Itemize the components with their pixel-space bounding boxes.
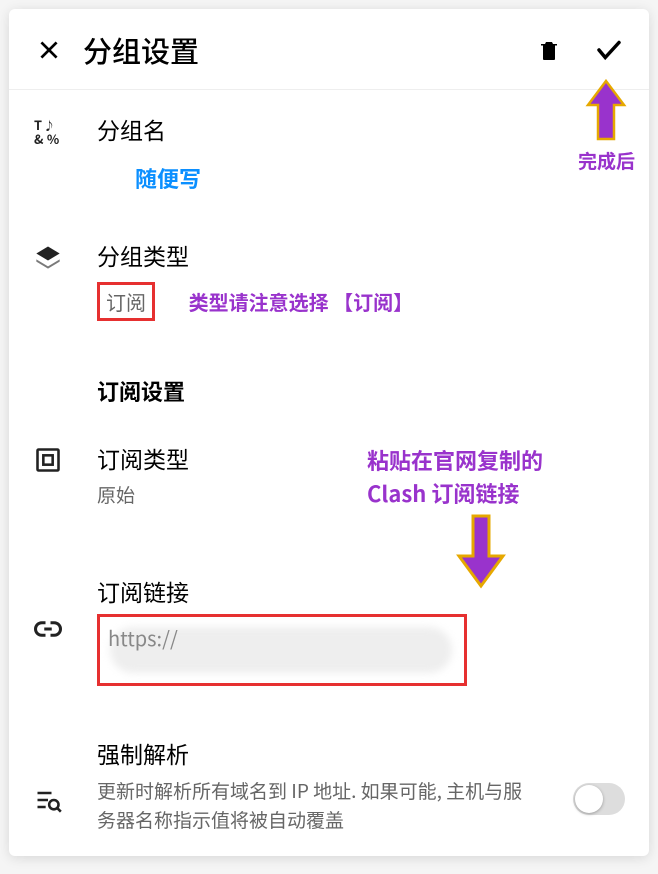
force-resolve-toggle[interactable] (573, 783, 625, 815)
subscription-url-value: https:// (108, 623, 178, 652)
check-icon (594, 35, 624, 65)
arrow-up-icon (584, 79, 628, 145)
annotation-paste-line1: 粘贴在官网复制的 (367, 444, 543, 477)
app-header: 分组设置 (9, 9, 649, 90)
subscription-url-box: https:// (97, 614, 467, 686)
subscription-section-title: 订阅设置 (9, 343, 649, 419)
subscription-type-row[interactable]: 订阅类型 原始 (9, 419, 649, 530)
confirm-button[interactable] (593, 34, 625, 66)
delete-button[interactable] (533, 34, 565, 66)
group-type-value: 订阅 (97, 282, 155, 321)
annotation-confirm-arrow: 完成后 (578, 79, 635, 174)
subscription-type-value: 原始 (97, 481, 625, 508)
group-type-row[interactable]: 分组类型 订阅 类型请注意选择 【订阅】 (9, 216, 649, 343)
svg-text:&: & (34, 129, 44, 145)
name-icon: T ♪ & % (34, 117, 62, 145)
trash-icon (537, 36, 561, 64)
annotation-arrow-down (455, 512, 507, 595)
arrow-down-icon (455, 512, 507, 590)
close-button[interactable] (33, 34, 65, 66)
layers-icon (34, 243, 62, 271)
subscription-url-row[interactable]: 粘贴在官网复制的 Clash 订阅链接 订阅链接 https:// (9, 530, 649, 708)
group-type-label: 分组类型 (97, 238, 625, 272)
subscription-type-label: 订阅类型 (97, 441, 625, 475)
annotation-paste-url: 粘贴在官网复制的 Clash 订阅链接 (367, 444, 543, 510)
force-resolve-label: 强制解析 (97, 736, 529, 770)
close-icon (36, 37, 62, 63)
group-name-row[interactable]: T ♪ & % 分组名 随便写 (9, 90, 649, 216)
search-list-icon (34, 786, 62, 814)
header-title: 分组设置 (83, 29, 533, 71)
subtype-icon (34, 446, 62, 474)
subscription-url-label: 订阅链接 (97, 574, 625, 608)
svg-text:%: % (47, 129, 59, 145)
annotation-type-hint: 类型请注意选择 【订阅】 (189, 287, 414, 316)
link-icon (33, 614, 63, 644)
group-name-value: 随便写 (135, 162, 625, 194)
annotation-paste-line2: Clash 订阅链接 (367, 477, 543, 510)
force-resolve-desc: 更新时解析所有域名到 IP 地址. 如果可能, 主机与服务器名称指示值将被自动覆… (97, 776, 529, 835)
annotation-confirm-label: 完成后 (578, 147, 635, 174)
force-resolve-row: 强制解析 更新时解析所有域名到 IP 地址. 如果可能, 主机与服务器名称指示值… (9, 708, 649, 856)
group-name-label: 分组名 (97, 112, 625, 146)
